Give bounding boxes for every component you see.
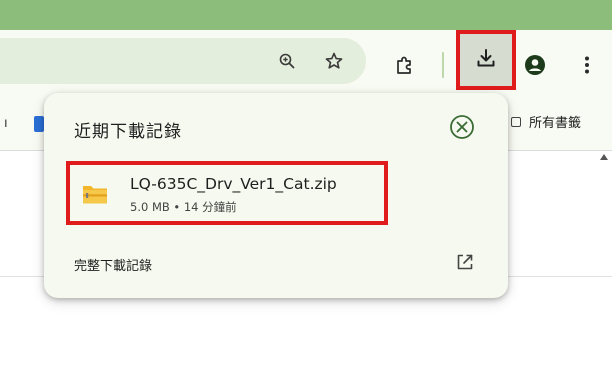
download-button[interactable]	[456, 30, 516, 90]
profile-icon[interactable]	[520, 50, 550, 80]
open-in-new-icon[interactable]	[455, 252, 475, 272]
star-icon[interactable]	[322, 49, 346, 73]
window-titlebar	[0, 0, 612, 30]
close-button[interactable]	[447, 114, 477, 144]
address-bar[interactable]	[0, 38, 366, 84]
extensions-icon[interactable]	[389, 50, 419, 80]
full-history-link[interactable]: 完整下載記錄	[74, 255, 152, 274]
zip-folder-icon	[82, 182, 108, 206]
toolbar-separator	[442, 52, 444, 78]
download-item[interactable]: LQ-635C_Drv_Ver1_Cat.zip 5.0 MB • 14 分鐘前	[66, 161, 388, 225]
close-icon	[449, 114, 475, 144]
scrollbar-up-arrow[interactable]	[600, 154, 608, 160]
bookmark-fragment[interactable]: ı	[4, 116, 8, 131]
downloads-popup: 近期下載記錄 LQ-635C_Drv_Ver1_Cat.zip 5.0 MB •…	[44, 93, 508, 298]
menu-icon[interactable]	[572, 50, 602, 80]
all-bookmarks-label: 所有書籤	[529, 116, 582, 131]
download-file-name[interactable]: LQ-635C_Drv_Ver1_Cat.zip	[130, 175, 337, 193]
folder-icon	[511, 116, 521, 127]
bookmark-favicon-icon[interactable]	[34, 116, 44, 132]
popup-title: 近期下載記錄	[74, 122, 182, 142]
download-icon	[475, 47, 497, 73]
all-bookmarks-button[interactable]: 所有書籤	[511, 112, 581, 131]
browser-toolbar	[0, 30, 612, 102]
zoom-icon[interactable]	[275, 49, 299, 73]
download-file-meta: 5.0 MB • 14 分鐘前	[130, 200, 237, 214]
